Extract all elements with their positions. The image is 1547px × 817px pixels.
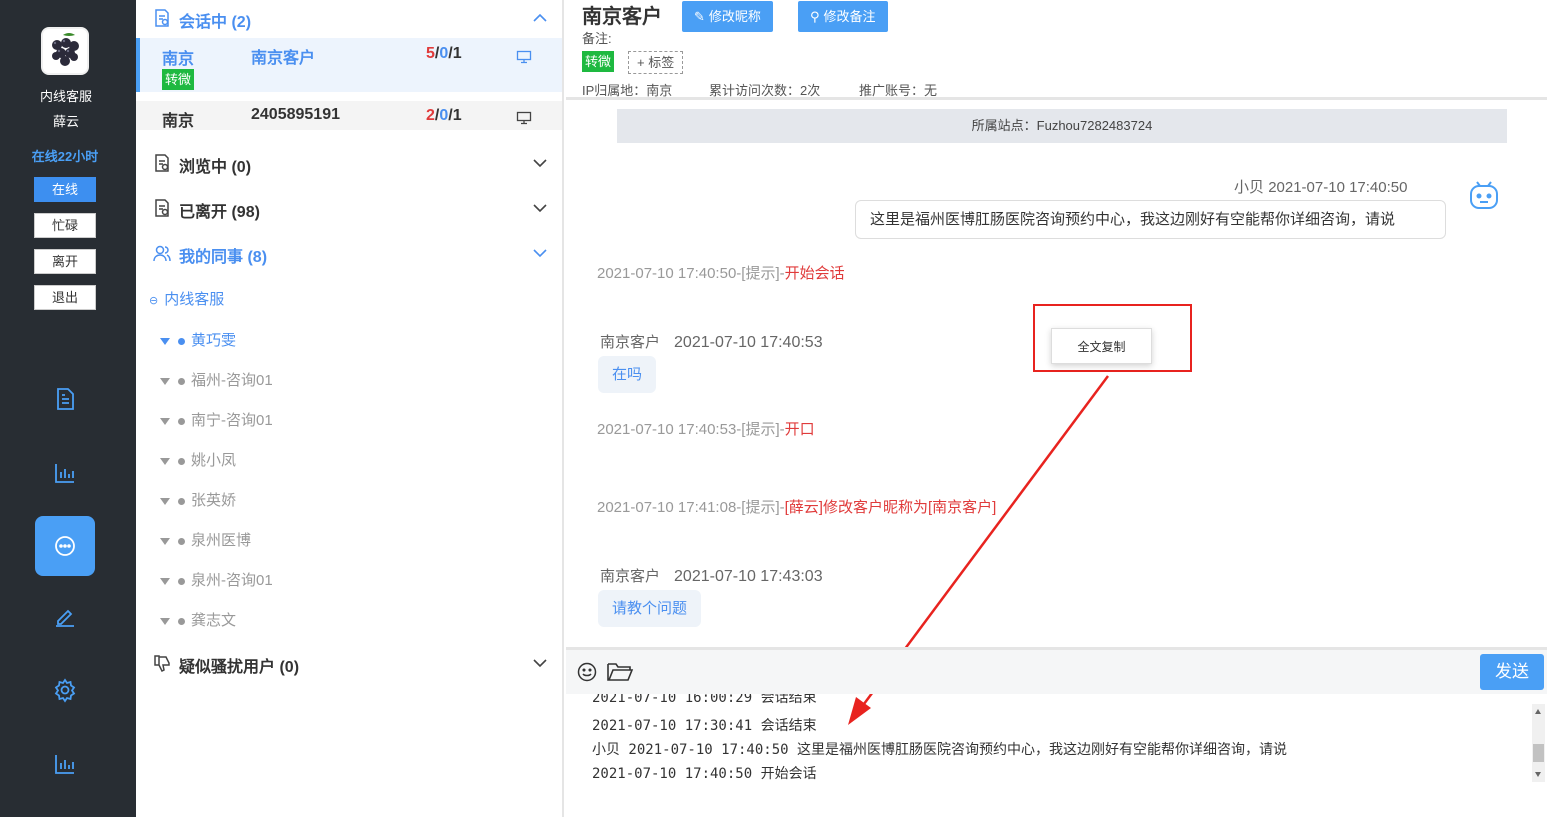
paperclip-icon: ⚲ [810, 9, 820, 24]
emoji-icon[interactable] [575, 660, 601, 684]
customer-message-meta: 南京客户 2021-07-10 17:43:03 [600, 568, 823, 585]
edit-icon[interactable] [52, 603, 78, 629]
logout-button[interactable]: 退出 [34, 285, 96, 310]
message-input[interactable]: 2021-07-10 16:00:29 会话结束 2021-07-10 17:3… [566, 694, 1532, 817]
edit-nickname-button[interactable]: ✎ 修改昵称 [682, 1, 773, 32]
section-title: 浏览中 (0) [179, 159, 252, 176]
pasted-line: 小贝 2021-07-10 17:40:50 这里是福州医博肛肠医院咨询预约中心… [592, 742, 1288, 758]
edit-icon: ✎ [694, 9, 705, 24]
agent-title: 内线客服 [39, 89, 92, 104]
customer-message-bubble: 请教个问题 [598, 590, 702, 627]
agent-name: 薛云 [52, 114, 79, 129]
customer-message-meta: 南京客户 2021-07-10 17:40:53 [600, 334, 823, 351]
status-online-button[interactable]: 在线 [34, 177, 96, 202]
scroll-down-icon[interactable] [1535, 772, 1541, 777]
collapse-circle-icon: ⊖ [149, 295, 159, 307]
settings-icon[interactable] [52, 677, 78, 703]
stats-icon[interactable] [52, 751, 78, 777]
chat-panel: 南京客户 ✎ 修改昵称 ⚲ 修改备注 备注: 转微 + 标签 IP归属地：南京 累计… [566, 0, 1547, 817]
session-list-panel: 会话中 (2) 南京 南京客户 5/0/1 转微 南京 2405895191 2… [136, 0, 564, 817]
add-tag-button[interactable]: + 标签 [628, 51, 684, 74]
colleague-item[interactable]: 福州-咨询01 [160, 369, 273, 389]
scroll-up-icon[interactable] [1535, 709, 1541, 714]
session-counts: 5/0/1 [426, 45, 462, 62]
scroll-thumb[interactable] [1533, 744, 1544, 762]
document-icon [155, 199, 169, 217]
colleague-item[interactable]: 南宁-咨询01 [160, 409, 273, 429]
section-suspected-harassment[interactable]: 疑似骚扰用户 (0) [136, 645, 562, 681]
chevron-down-icon[interactable] [532, 655, 548, 671]
colleague-group[interactable]: ⊖ 内线客服 [149, 288, 224, 309]
section-title: 我的同事 (8) [179, 249, 268, 266]
left-sidebar: 内线客服 薛云 在线22小时 在线 忙碌 离开 退出 [0, 0, 136, 817]
chat-icon[interactable] [52, 533, 78, 559]
folder-icon[interactable] [606, 660, 634, 684]
edit-remark-button[interactable]: ⚲ 修改备注 [798, 1, 888, 32]
monitor-icon [516, 111, 532, 125]
users-icon [153, 245, 171, 262]
session-row-selected[interactable]: 南京 南京客户 5/0/1 转微 [136, 38, 562, 92]
pasted-line: 2021-07-10 17:40:50 开始会话 [592, 766, 817, 782]
monitor-icon [516, 50, 532, 64]
input-toolbar [566, 650, 1547, 694]
colleague-item[interactable]: 黄巧雯 [160, 329, 236, 349]
customer-message-bubble: 在吗 [598, 356, 657, 393]
status-busy-button[interactable]: 忙碌 [34, 213, 96, 238]
colleague-item[interactable]: 张英娇 [160, 489, 236, 509]
document-icon [155, 9, 169, 27]
agent-avatar [41, 27, 89, 75]
system-notice: 2021-07-10 17:40:50-[提示]-开始会话 [597, 265, 845, 282]
agent-message-meta: 小贝 2021-07-10 17:40:50 [1234, 179, 1408, 196]
session-row[interactable]: 南京 2405895191 2/0/1 [136, 101, 562, 130]
divider [566, 97, 1547, 100]
section-title: 已离开 (98) [179, 204, 260, 221]
session-counts: 2/0/1 [426, 107, 462, 124]
section-left[interactable]: 已离开 (98) [136, 190, 562, 226]
copy-all-menu-item[interactable]: 全文复制 [1051, 328, 1152, 364]
wechat-tag: 转微 [162, 69, 195, 90]
colleague-item[interactable]: 姚小凤 [160, 449, 236, 469]
input-scrollbar[interactable] [1532, 704, 1545, 782]
session-city: 南京 [162, 51, 195, 68]
section-colleagues[interactable]: 我的同事 (8) [136, 235, 562, 271]
pasted-line: 2021-07-10 16:00:29 会话结束 [592, 694, 817, 706]
document-icon[interactable] [52, 386, 78, 412]
chevron-up-icon[interactable] [532, 10, 548, 26]
colleague-item[interactable]: 泉州-咨询01 [160, 569, 273, 589]
system-notice: 2021-07-10 17:41:08-[提示]-[薛云]修改客户昵称为[南京客… [597, 499, 997, 516]
session-city: 南京 [162, 113, 195, 130]
thumbs-down-icon [154, 655, 170, 672]
chat-title: 南京客户 [582, 6, 662, 28]
site-info-bar: 所属站点：Fuzhou7282483724 [617, 109, 1507, 143]
document-icon [155, 154, 169, 172]
session-customer-name: 2405895191 [251, 106, 340, 123]
tag-row: 转微 [582, 51, 615, 72]
robot-avatar-icon [1466, 176, 1502, 212]
chevron-down-icon[interactable] [532, 245, 548, 261]
session-customer-name: 南京客户 [251, 50, 316, 67]
section-in-session[interactable]: 会话中 (2) [136, 0, 562, 36]
remark-label: 备注: [582, 31, 612, 46]
pasted-line: 2021-07-10 17:30:41 会话结束 [592, 718, 817, 734]
chevron-down-icon[interactable] [532, 155, 548, 171]
colleague-item[interactable]: 泉州医博 [160, 529, 251, 549]
chart-icon[interactable] [52, 460, 78, 486]
colleague-item[interactable]: 龚志文 [160, 609, 236, 629]
status-away-button[interactable]: 离开 [34, 249, 96, 274]
chevron-down-icon[interactable] [532, 200, 548, 216]
agent-message-bubble: 这里是福州医博肛肠医院咨询预约中心，我这边刚好有空能帮你详细咨询，请说 [855, 200, 1446, 239]
system-notice: 2021-07-10 17:40:53-[提示]-开口 [597, 421, 815, 438]
online-duration: 在线22小时 [31, 149, 99, 164]
section-title: 疑似骚扰用户 (0) [179, 659, 300, 676]
wechat-tag[interactable]: 转微 [582, 51, 615, 72]
section-browsing[interactable]: 浏览中 (0) [136, 145, 562, 181]
section-title: 会话中 (2) [179, 14, 252, 31]
send-button[interactable]: 发送 [1480, 654, 1544, 690]
